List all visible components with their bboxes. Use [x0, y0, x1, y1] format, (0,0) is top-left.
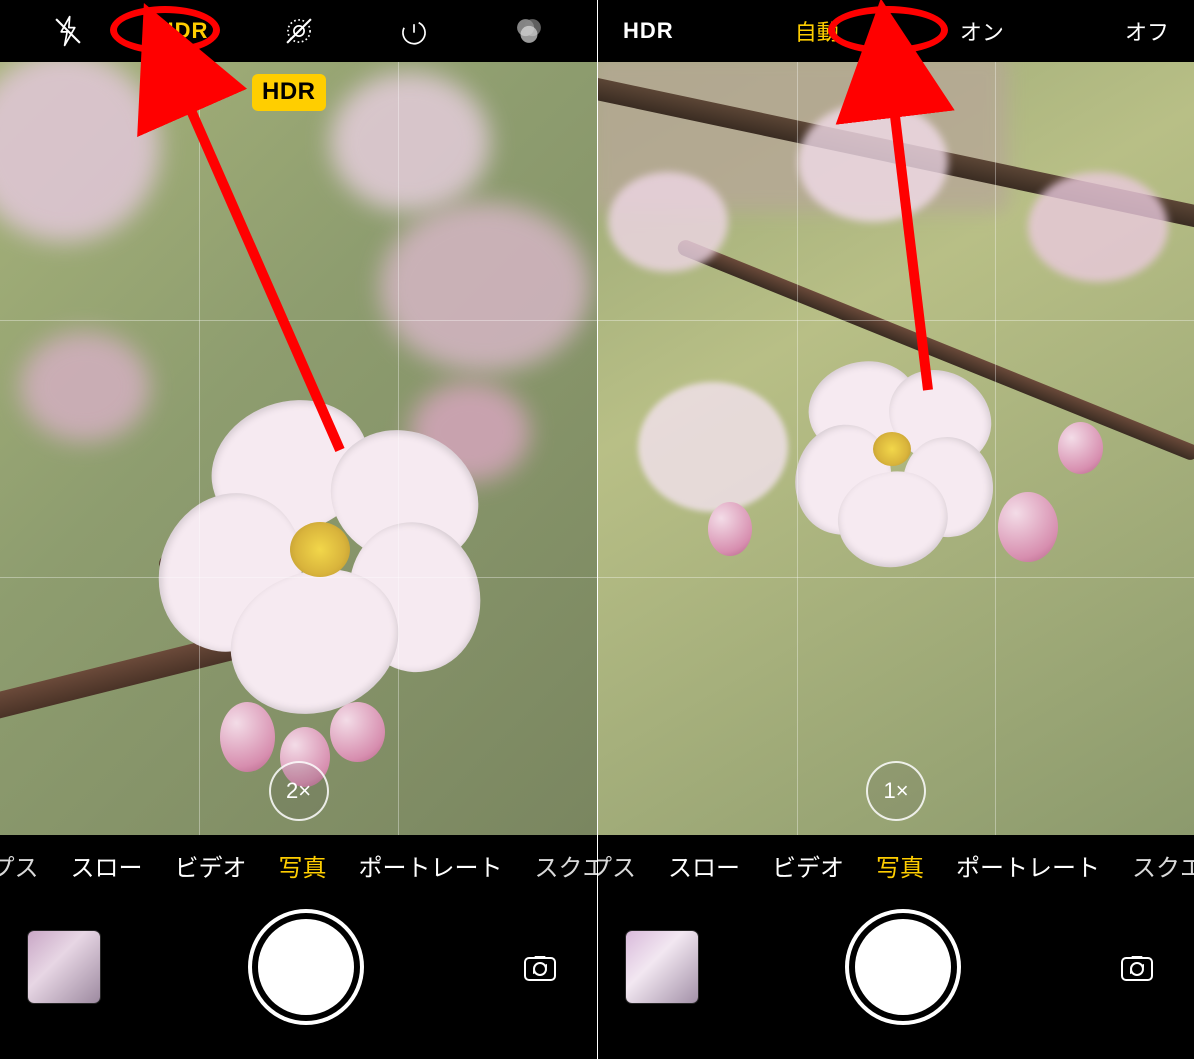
grid-line	[797, 62, 798, 835]
flash-off-icon	[51, 14, 85, 48]
petal-cluster	[1028, 172, 1168, 282]
petal-cluster	[608, 172, 728, 272]
mode-selector[interactable]: プス スロー ビデオ 写真 ポートレート スクエ	[0, 835, 597, 895]
bottom-controls: プス スロー ビデオ 写真 ポートレート スクエ	[0, 835, 597, 1059]
live-photo-button[interactable]	[241, 14, 356, 48]
mode-slow[interactable]: スロー	[71, 848, 143, 883]
flash-button[interactable]	[10, 14, 125, 48]
camera-switch-button[interactable]	[511, 938, 569, 996]
shutter-row	[0, 895, 597, 1059]
mode-video[interactable]: ビデオ	[772, 848, 844, 883]
bud	[220, 702, 275, 772]
live-photo-off-icon	[282, 14, 316, 48]
hdr-option-on[interactable]: オン	[960, 15, 1004, 47]
camera-switch-icon	[520, 947, 560, 987]
bud	[708, 502, 752, 556]
zoom-button[interactable]: 1×	[866, 761, 926, 821]
filters-icon	[512, 14, 546, 48]
annotation-ellipse	[828, 6, 948, 54]
camera-screen-left: HDR	[0, 0, 597, 1059]
flower-center	[290, 522, 350, 577]
grid-line	[398, 62, 399, 835]
bud	[1058, 422, 1103, 474]
timer-button[interactable]	[356, 14, 471, 48]
camera-switch-icon	[1117, 947, 1157, 987]
camera-switch-button[interactable]	[1108, 938, 1166, 996]
mode-next-cut[interactable]: スクエ	[535, 848, 598, 883]
shutter-button[interactable]	[855, 919, 951, 1015]
mode-slow[interactable]: スロー	[668, 848, 740, 883]
annotation-ellipse	[110, 6, 220, 54]
mode-portrait[interactable]: ポートレート	[359, 848, 503, 883]
mode-selector[interactable]: プス スロー ビデオ 写真 ポートレート スクエ	[598, 835, 1194, 895]
mode-prev-cut[interactable]: プス	[0, 848, 39, 883]
annotation-arrow	[150, 50, 370, 475]
camera-screen-right: HDR 自動 オン オフ 1×	[597, 0, 1194, 1059]
shutter-row	[598, 895, 1194, 1059]
mode-prev-cut[interactable]: プス	[597, 848, 636, 883]
bokeh	[20, 332, 150, 442]
timer-icon	[397, 14, 431, 48]
mode-video[interactable]: ビデオ	[175, 848, 247, 883]
bud	[998, 492, 1058, 562]
mode-portrait[interactable]: ポートレート	[956, 848, 1100, 883]
mode-photo[interactable]: 写真	[876, 848, 924, 883]
last-photo-thumbnail[interactable]	[626, 931, 698, 1003]
petal-cluster	[638, 382, 788, 512]
bud	[330, 702, 385, 762]
grid-line	[0, 577, 597, 578]
filters-button[interactable]	[472, 14, 587, 48]
grid-line	[598, 577, 1194, 578]
bokeh	[380, 202, 590, 372]
flower-center	[873, 432, 911, 466]
bottom-controls: プス スロー ビデオ 写真 ポートレート スクエ	[598, 835, 1194, 1059]
annotation-arrow	[858, 50, 1038, 415]
hdr-option-off[interactable]: オフ	[1125, 15, 1169, 47]
zoom-button[interactable]: 2×	[269, 761, 329, 821]
last-photo-thumbnail[interactable]	[28, 931, 100, 1003]
mode-next-cut[interactable]: スクエ	[1132, 848, 1194, 883]
hdr-title: HDR	[623, 18, 674, 44]
shutter-button[interactable]	[258, 919, 354, 1015]
mode-photo[interactable]: 写真	[279, 848, 327, 883]
